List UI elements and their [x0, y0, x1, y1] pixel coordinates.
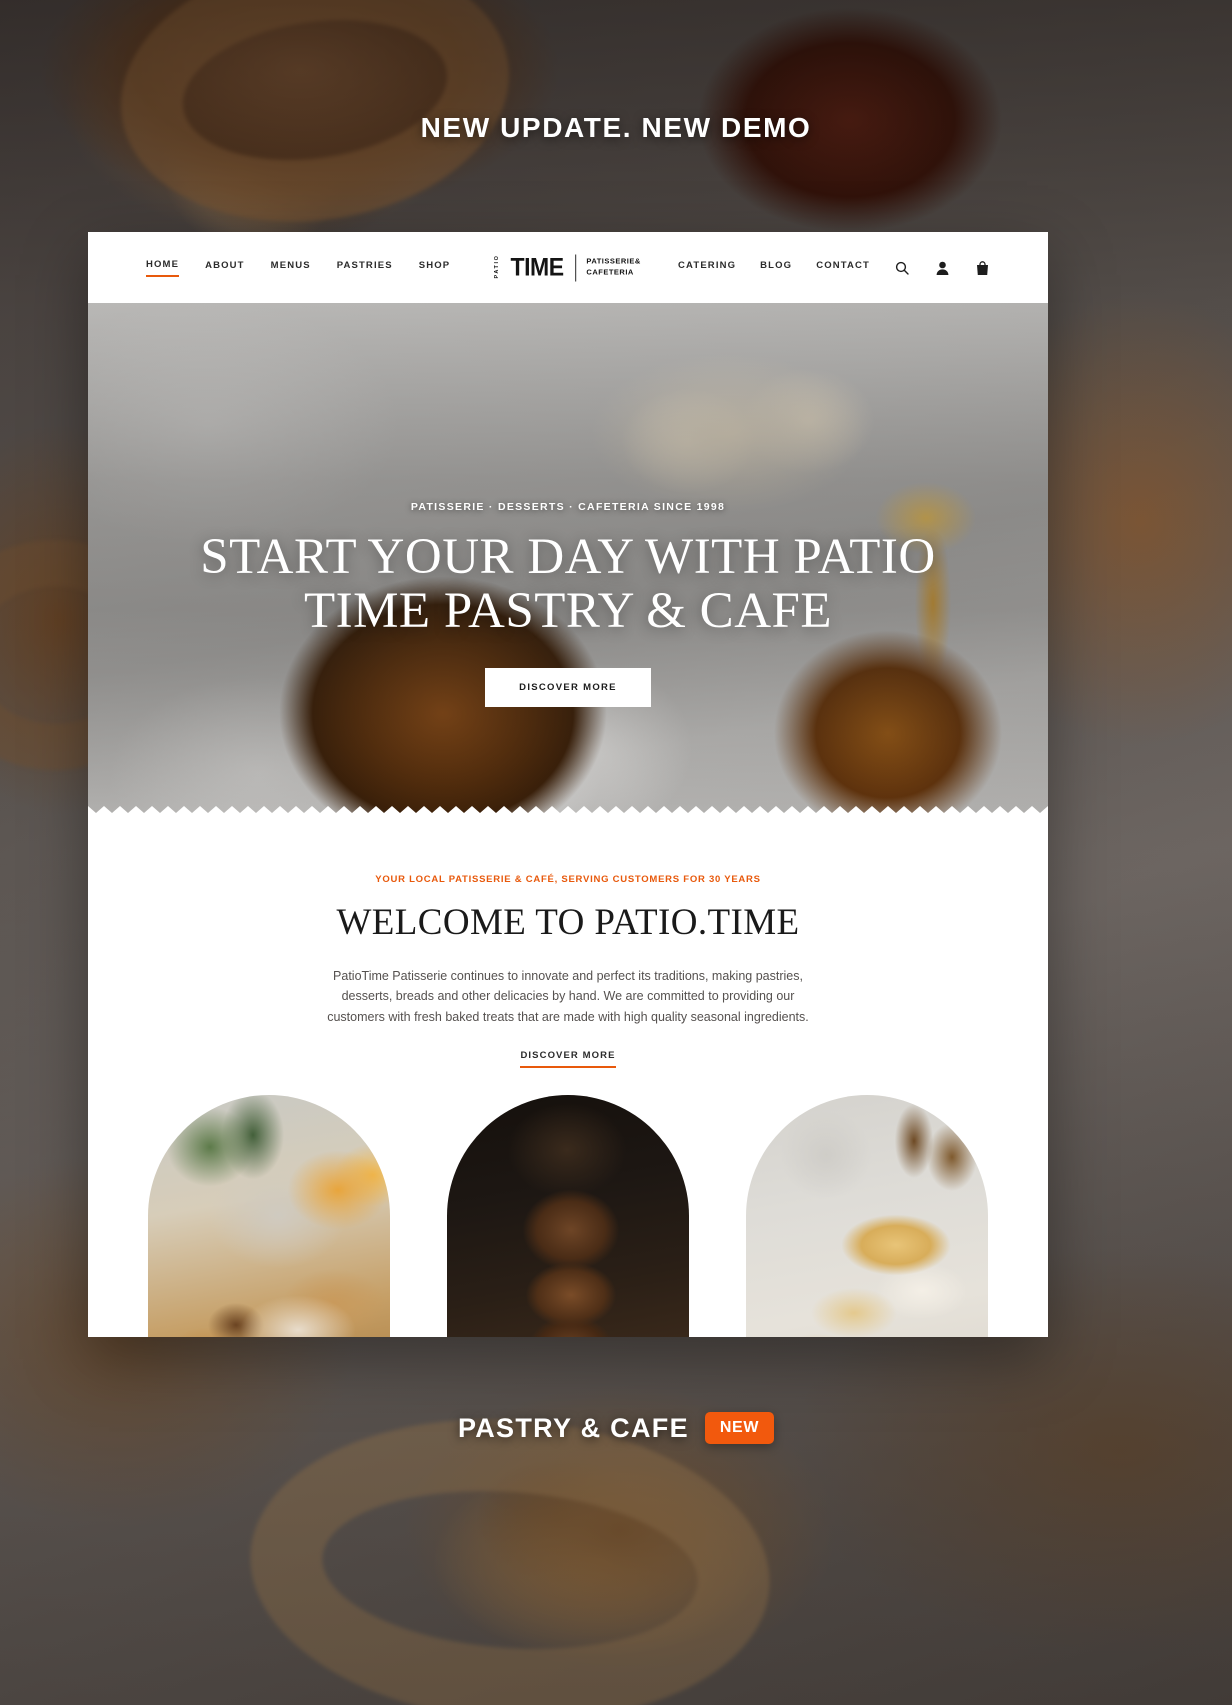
nav-item-pastries[interactable]: PASTRIES	[337, 260, 393, 276]
logo-time-text: TIME	[509, 253, 564, 282]
nav-item-menus[interactable]: MENUS	[271, 260, 311, 276]
hero-content: PATISSERIE · DESSERTS · CAFETERIA SINCE …	[88, 303, 1048, 708]
search-icon[interactable]	[894, 260, 910, 276]
gallery-section	[88, 1067, 1048, 1337]
hero-title: START YOUR DAY WITH PATIO TIME PASTRY & …	[88, 530, 1048, 638]
welcome-title: WELCOME TO PATIO.TIME	[336, 902, 800, 943]
hero-title-line1: START YOUR DAY WITH PATIO	[200, 529, 936, 585]
hero-section: PATISSERIE · DESSERTS · CAFETERIA SINCE …	[88, 303, 1048, 813]
hero-eyebrow: PATISSERIE · DESSERTS · CAFETERIA SINCE …	[410, 501, 726, 513]
shopping-bag-icon[interactable]	[974, 260, 990, 276]
promo-banner-top: NEW UPDATE. NEW DEMO	[0, 112, 1232, 144]
logo-tagline: PATISSERIE& CAFETERIA	[586, 257, 640, 279]
promo-banner-bottom-text: PASTRY & CAFE	[457, 1412, 689, 1443]
welcome-body-text: PatioTime Patisserie continues to innova…	[327, 969, 809, 1024]
new-badge: NEW	[704, 1412, 775, 1444]
zigzag-divider	[88, 806, 1048, 813]
gallery-item-pastry-display-case[interactable]	[148, 1094, 390, 1337]
website-mockup-card: HOME ABOUT MENUS PASTRIES SHOP PATIO TIM…	[88, 232, 1048, 1337]
secondary-navigation: CATERING BLOG CONTACT	[678, 260, 990, 276]
primary-navigation: HOME ABOUT MENUS PASTRIES SHOP	[146, 259, 450, 277]
promo-banner-bottom: PASTRY & CAFE NEW	[0, 1412, 1232, 1444]
logo-tagline-line2: CAFETERIA	[586, 267, 634, 277]
nav-item-blog[interactable]: BLOG	[760, 260, 792, 276]
hero-discover-more-button[interactable]: DISCOVER MORE	[485, 668, 651, 708]
gallery-item-stacked-chocolate-muffins[interactable]	[447, 1094, 689, 1337]
logo-tagline-line1: PATISSERIE&	[586, 256, 641, 266]
gallery-item-sliced-raisin-loaf-cake[interactable]	[746, 1094, 988, 1337]
logo-patio-text: PATIO	[494, 254, 501, 279]
nav-item-shop[interactable]: SHOP	[419, 260, 451, 276]
nav-item-catering[interactable]: CATERING	[678, 260, 736, 276]
hero-title-line2: TIME PASTRY & CAFE	[303, 583, 833, 640]
welcome-eyebrow: YOUR LOCAL PATISSERIE & CAFÉ, SERVING CU…	[375, 874, 761, 885]
account-icon[interactable]	[934, 260, 950, 276]
nav-item-home[interactable]: HOME	[146, 259, 180, 277]
site-logo[interactable]: PATIO TIME PATISSERIE& CAFETERIA	[494, 253, 641, 282]
nav-item-about[interactable]: ABOUT	[205, 260, 245, 276]
welcome-section: YOUR LOCAL PATISSERIE & CAFÉ, SERVING CU…	[88, 813, 1048, 1068]
logo-divider	[575, 254, 577, 281]
bagel-shape-bottom	[240, 1402, 780, 1705]
site-header: HOME ABOUT MENUS PASTRIES SHOP PATIO TIM…	[88, 232, 1048, 303]
promo-banner-top-text: NEW UPDATE. NEW DEMO	[420, 112, 812, 143]
nav-item-contact[interactable]: CONTACT	[816, 260, 870, 276]
welcome-discover-more-link[interactable]: DISCOVER MORE	[520, 1050, 616, 1068]
